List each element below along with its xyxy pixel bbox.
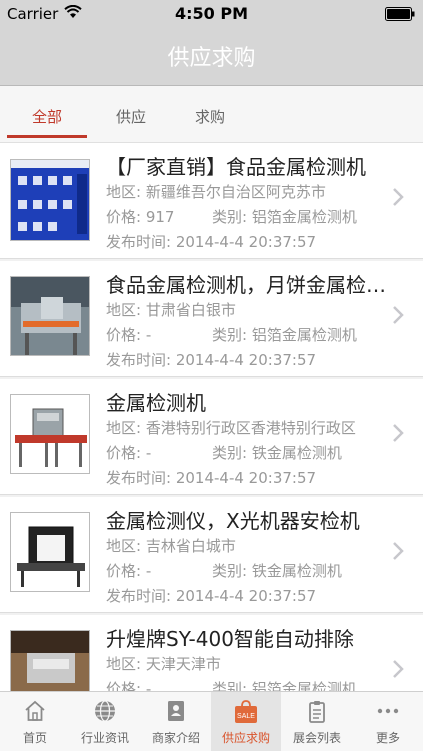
list-item[interactable]: 食品金属检测机，月饼金属检测机 地区: 甘肃省白银市 价格: - 类别: 铝箔金… [0, 261, 423, 377]
item-price: 价格: - [106, 444, 152, 462]
item-date: 发布时间: 2014-4-4 20:37:57 [106, 233, 317, 251]
tabbar-exhibitions[interactable]: 展会列表 [282, 692, 352, 751]
item-region: 地区: 香港特别行政区香港特别行政区 [106, 419, 356, 437]
item-region: 地区: 天津天津市 [106, 655, 221, 673]
page-title: 供应求购 [167, 46, 256, 71]
item-date: 发布时间: 2014-4-4 20:37:57 [106, 351, 317, 369]
tabbar-label: 供应求购 [221, 731, 270, 745]
item-category: 类别: 铝箔金属检测机 [212, 326, 357, 344]
product-list[interactable]: 【厂家直销】食品金属检测机 地区: 新疆维吾尔自治区阿克苏市 价格: 917 类… [0, 143, 423, 691]
item-category: 类别: 铝箔金属检测机 [212, 680, 357, 691]
active-tab-indicator [7, 135, 87, 138]
bottom-tab-bar: 首页 行业资讯 商家介绍 SALE 供应求购 展会列表 更多 [0, 691, 423, 751]
chevron-right-icon [393, 306, 404, 324]
product-thumbnail [10, 394, 90, 474]
tabbar-label: 商家介绍 [151, 731, 200, 745]
chevron-right-icon [393, 188, 404, 206]
item-title: 金属检测机 [106, 391, 206, 415]
product-thumbnail [10, 630, 90, 691]
item-region: 地区: 甘肃省白银市 [106, 301, 236, 319]
item-title: 食品金属检测机，月饼金属检测机 [106, 273, 391, 297]
chevron-right-icon [393, 660, 404, 678]
item-title: 金属检测仪，X光机器安检机 [106, 509, 360, 533]
battery-icon [385, 7, 415, 21]
status-bar: Carrier 4:50 PM [0, 0, 423, 28]
item-date: 发布时间: 2014-4-4 20:37:57 [106, 469, 317, 487]
home-icon [25, 700, 45, 721]
tab-all[interactable]: 全部 [7, 106, 87, 127]
list-item[interactable]: 金属检测机 地区: 香港特别行政区香港特别行政区 价格: - 类别: 铁金属检测… [0, 379, 423, 495]
tabbar-industry-news[interactable]: 行业资讯 [70, 692, 140, 751]
item-region: 地区: 吉林省白城市 [106, 537, 236, 555]
tabbar-merchants[interactable]: 商家介绍 [141, 692, 211, 751]
item-category: 类别: 铁金属检测机 [212, 444, 342, 462]
more-icon [377, 708, 399, 714]
tabbar-label: 行业资讯 [80, 731, 129, 745]
item-price: 价格: - [106, 326, 152, 344]
sale-badge-text: SALE [237, 713, 255, 720]
item-category: 类别: 铝箔金属检测机 [212, 208, 357, 226]
globe-icon [95, 700, 115, 722]
item-title: 升煌牌SY-400智能自动排除 [106, 627, 354, 651]
product-thumbnail [10, 512, 90, 592]
tabbar-label: 展会列表 [292, 731, 341, 745]
product-thumbnail [10, 159, 90, 241]
product-thumbnail [10, 276, 90, 356]
chevron-right-icon [393, 424, 404, 442]
filter-tabs: 全部 供应 求购 [0, 86, 423, 143]
item-price: 价格: - [106, 562, 152, 580]
tab-purchase[interactable]: 求购 [170, 106, 250, 127]
tabbar-more[interactable]: 更多 [353, 692, 423, 751]
item-price: 价格: 917 [106, 208, 175, 226]
sale-bag-icon: SALE [235, 700, 257, 723]
item-date: 发布时间: 2014-4-4 20:37:57 [106, 587, 317, 605]
book-icon [168, 701, 184, 721]
tabbar-label: 更多 [375, 731, 400, 745]
item-region: 地区: 新疆维吾尔自治区阿克苏市 [106, 183, 326, 201]
tabbar-label: 首页 [22, 731, 47, 745]
list-item[interactable]: 【厂家直销】食品金属检测机 地区: 新疆维吾尔自治区阿克苏市 价格: 917 类… [0, 143, 423, 259]
item-title: 【厂家直销】食品金属检测机 [106, 155, 366, 179]
tabbar-supply-demand[interactable]: SALE 供应求购 [211, 692, 281, 751]
clipboard-icon [309, 701, 325, 723]
item-price: 价格: - [106, 680, 152, 691]
navigation-bar: 供应求购 [0, 28, 423, 86]
item-category: 类别: 铁金属检测机 [212, 562, 342, 580]
list-item[interactable]: 升煌牌SY-400智能自动排除 地区: 天津天津市 价格: - 类别: 铝箔金属… [0, 615, 423, 691]
tabbar-home[interactable]: 首页 [0, 692, 70, 751]
status-time: 4:50 PM [174, 4, 248, 23]
tab-supply[interactable]: 供应 [91, 106, 171, 127]
list-item[interactable]: 金属检测仪，X光机器安检机 地区: 吉林省白城市 价格: - 类别: 铁金属检测… [0, 497, 423, 613]
chevron-right-icon [393, 542, 404, 560]
